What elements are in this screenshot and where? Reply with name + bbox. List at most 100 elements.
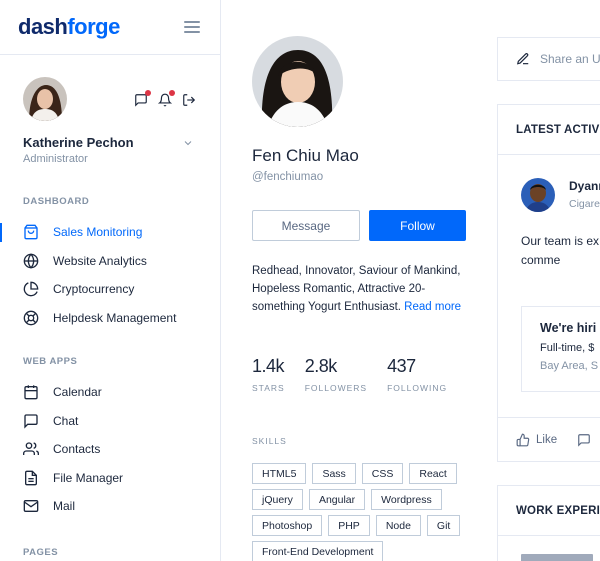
post-text: Our team is ex Engineer to dr drop a com… [521,234,600,267]
menu-icon[interactable] [184,21,200,33]
follow-button[interactable]: Follow [369,210,466,241]
thumbs-up-icon[interactable] [516,433,530,447]
sidebar-nav: DASHBOARD Sales Monitoring Website Analy… [0,196,220,558]
skill-tag[interactable]: HTML5 [252,463,307,484]
stat-label: STARS [252,383,285,393]
profile-avatar[interactable] [252,36,343,127]
chevron-down-icon[interactable] [182,137,194,149]
nav-item-label: Contacts [53,442,101,457]
post-author-avatar[interactable] [521,178,555,212]
nav-item-label: Mail [53,499,76,514]
nav-item-label: Cryptocurrency [53,282,135,297]
latest-activity-card: LATEST ACTIV Dyann Cigare Our team is ex… [497,104,600,462]
edit-icon [516,53,529,65]
profile-handle: @fenchiumao [252,171,324,183]
company-logo [521,554,593,561]
notification-dot [169,90,175,96]
job-title: We're hiri [540,321,597,335]
nav-label-web-apps: WEB APPS [23,356,78,367]
nav-item-label: Chat [53,413,79,428]
sidebar: dashforge Katherine Pechon Administrator… [0,0,221,561]
sidebar-header: dashforge [0,0,220,55]
calendar-icon [24,385,38,400]
message-square-icon [24,414,38,429]
users-icon [23,442,39,456]
brand-logo-part2: forge [67,14,120,39]
skill-tag[interactable]: jQuery [252,489,303,510]
profile-stats: 1.4k STARS 2.8k FOLLOWERS 437 FOLLOWING [252,356,467,393]
logout-icon[interactable] [182,93,196,107]
job-location: Bay Area, S [540,360,599,372]
nav-item-file-manager[interactable]: File Manager [0,464,220,493]
nav-item-label: File Manager [53,470,124,485]
nav-group-web-apps: Calendar Chat Contacts File Manager Mail [0,378,220,521]
stat-label: FOLLOWERS [304,383,368,393]
file-text-icon [25,470,37,486]
nav-item-calendar[interactable]: Calendar [0,378,220,407]
message-button[interactable]: Message [252,210,360,241]
card-title: LATEST ACTIV [498,105,600,155]
skill-tag[interactable]: Git [426,515,461,536]
stat-followers[interactable]: 2.8k FOLLOWERS [305,356,367,393]
life-buoy-icon [23,310,39,326]
skill-tag[interactable]: React [409,463,457,484]
nav-item-cryptocurrency[interactable]: Cryptocurrency [0,275,220,304]
work-experience-card: WORK EXPERI [497,485,600,561]
profile-name: Fen Chiu Mao [252,146,359,165]
like-button[interactable]: Like [536,434,557,446]
nav-label-dashboard: DASHBOARD [23,196,90,207]
nav-item-label: Helpdesk Management [53,310,177,325]
shopping-bag-icon [24,224,38,240]
skills-label: SKILLS [252,436,287,446]
post-actions: Like [498,417,600,462]
stat-following[interactable]: 437 FOLLOWING [387,356,447,393]
feed-column: Share an U LATEST ACTIV Dyann Cigare Our… [497,0,600,561]
app: dashforge Katherine Pechon Administrator… [0,0,600,561]
mail-icon [23,500,39,513]
user-name: Katherine Pechon [23,135,134,150]
user-panel: Katherine Pechon Administrator [0,55,220,165]
brand-logo[interactable]: dashforge [18,14,120,40]
job-type: Full-time, $ [540,342,595,354]
post-author-subtitle: Cigare [569,198,600,210]
nav-item-sales-monitoring[interactable]: Sales Monitoring [0,218,220,247]
post-author-name[interactable]: Dyann [569,179,600,193]
skill-tag[interactable]: Wordpress [371,489,442,510]
user-role: Administrator [23,153,88,165]
skill-tag[interactable]: Node [375,515,421,536]
stat-label: FOLLOWING [387,383,448,393]
skill-tag[interactable]: Photoshop [252,515,323,536]
nav-item-mail[interactable]: Mail [0,492,220,521]
nav-item-helpdesk-management[interactable]: Helpdesk Management [0,304,220,333]
stat-value: 2.8k [304,356,338,376]
read-more-link[interactable]: Read more [404,301,461,313]
skill-tag[interactable]: PHP [328,515,370,536]
nav-label-pages: PAGES [23,546,59,558]
nav-item-chat[interactable]: Chat [0,407,220,436]
message-icon[interactable] [134,90,151,107]
stat-stars[interactable]: 1.4k STARS [252,356,285,393]
skill-tag[interactable]: CSS [361,463,404,484]
bell-icon[interactable] [157,90,175,107]
skill-tag[interactable]: Front-End Development [252,541,384,561]
share-placeholder: Share an U [540,52,600,66]
skills-list: HTML5 Sass CSS React jQuery Angular Word… [252,463,492,561]
globe-icon [23,253,39,269]
nav-item-label: Website Analytics [53,253,147,268]
skill-tag[interactable]: Angular [308,489,366,510]
nav-group-dashboard: Sales Monitoring Website Analytics Crypt… [0,218,220,332]
card-title: WORK EXPERI [498,486,600,536]
comment-icon[interactable] [577,433,591,447]
brand-logo-part1: dash [18,14,68,39]
stat-value: 437 [387,356,416,376]
nav-item-contacts[interactable]: Contacts [0,435,220,464]
avatar[interactable] [23,77,67,121]
unread-dot [145,90,151,96]
nav-item-website-analytics[interactable]: Website Analytics [0,247,220,276]
skill-tag[interactable]: Sass [312,463,356,484]
share-update-input[interactable]: Share an U [497,37,600,81]
user-name-row[interactable]: Katherine Pechon [23,135,198,150]
profile-bio: Redhead, Innovator, Saviour of Mankind, … [252,262,468,316]
nav-item-label: Sales Monitoring [53,225,143,240]
job-post-card[interactable]: We're hiri Full-time, $ Bay Area, S [521,306,600,392]
